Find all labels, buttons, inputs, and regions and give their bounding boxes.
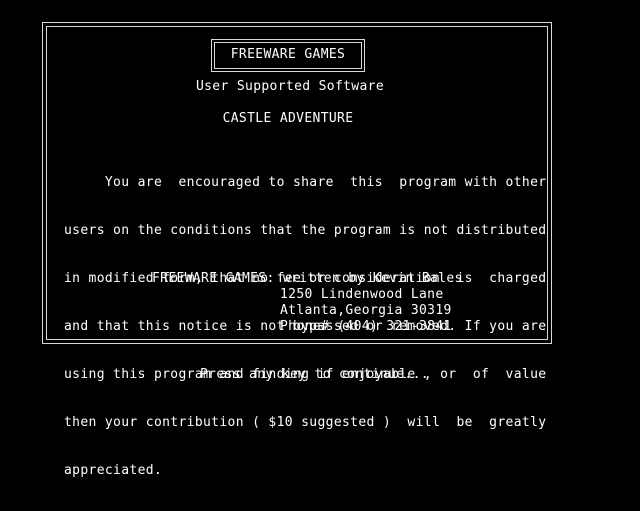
notice-line: You are encouraged to share this program…: [64, 175, 547, 190]
subtitle: User Supported Software: [195, 79, 385, 94]
notice-line: appreciated.: [64, 463, 163, 478]
title-label: FREEWARE GAMES: [230, 47, 346, 62]
street-address: 1250 Lindenwood Lane: [280, 287, 444, 302]
city-state-zip: Atlanta,Georgia 30319: [280, 303, 452, 318]
phone-number: Phone# (404) 321-3841: [280, 319, 452, 334]
notice-line: then your contribution ( $10 suggested )…: [64, 415, 547, 430]
game-title: CASTLE ADVENTURE: [222, 111, 354, 126]
notice-line: users on the conditions that the program…: [64, 223, 547, 238]
continue-prompt[interactable]: Press any key to continue...: [200, 367, 429, 383]
dos-screen[interactable]: FREEWARE GAMES User Supported Software C…: [0, 0, 640, 478]
author-credit: FREEWARE GAMES: written by Kevin Bales: [152, 271, 463, 286]
